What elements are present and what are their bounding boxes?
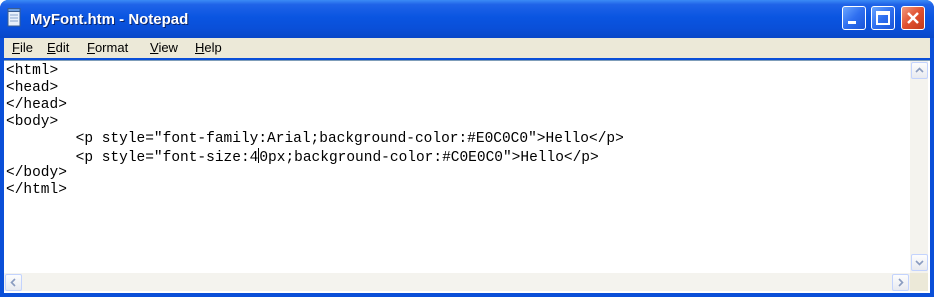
scroll-left-button[interactable] <box>5 274 22 291</box>
maximize-button[interactable] <box>871 6 895 30</box>
menu-edit-label: dit <box>55 40 70 55</box>
text-area-frame: <html> <head> </head> <body> <p style="f… <box>4 60 930 293</box>
minimize-button[interactable] <box>842 6 866 30</box>
scroll-up-button[interactable] <box>911 62 928 79</box>
menu-format[interactable]: Format <box>87 40 128 55</box>
menu-help[interactable]: Help <box>195 40 222 55</box>
menu-view-label: iew <box>158 40 178 55</box>
caret-line-after: 0px;background-color:#C0E0C0">Hello</p> <box>259 150 599 166</box>
menu-view[interactable]: View <box>150 40 178 55</box>
menu-edit-accel: E <box>47 40 56 55</box>
menu-format-accel: F <box>87 40 95 55</box>
editor-line: </body> <box>6 165 67 181</box>
menu-help-label: elp <box>204 40 222 55</box>
chevron-left-icon <box>10 278 16 287</box>
editor-line: <body> <box>6 114 59 130</box>
menu-help-accel: H <box>195 40 205 55</box>
menu-edit[interactable]: Edit <box>47 40 69 55</box>
scroll-right-button[interactable] <box>892 274 909 291</box>
menu-format-label: ormat <box>94 40 129 55</box>
close-button[interactable] <box>901 6 925 30</box>
scroll-down-button[interactable] <box>911 254 928 271</box>
editor-line: <p style="font-family:Arial;background-c… <box>6 131 624 147</box>
window-title: MyFont.htm - Notepad <box>30 11 189 28</box>
editor-line-with-caret: <p style="font-size:40px;background-colo… <box>6 148 910 166</box>
menu-bar: File Edit Format View Help <box>4 38 930 58</box>
close-icon <box>907 12 919 24</box>
vertical-scrollbar[interactable] <box>910 61 928 273</box>
menu-file-accel: F <box>12 40 20 55</box>
minimize-icon <box>848 21 856 24</box>
notepad-window: MyFont.htm - Notepad File Edit Format Vi… <box>0 0 934 297</box>
editor-line: </head> <box>6 97 67 113</box>
chevron-right-icon <box>898 278 904 287</box>
chevron-down-icon <box>915 260 924 266</box>
scrollbar-corner <box>910 273 928 291</box>
chevron-up-icon <box>915 67 924 73</box>
text-editor[interactable]: <html> <head> </head> <body> <p style="f… <box>6 63 910 273</box>
menu-file-label: ile <box>19 40 33 55</box>
title-bar[interactable]: MyFont.htm - Notepad <box>0 0 934 38</box>
maximize-icon <box>876 11 890 25</box>
menu-file[interactable]: File <box>12 40 33 55</box>
caret-line-before: <p style="font-size:4 <box>6 150 259 166</box>
editor-line: </html> <box>6 182 67 198</box>
notepad-icon <box>7 8 21 27</box>
horizontal-scrollbar[interactable] <box>4 273 910 291</box>
editor-line: <html> <box>6 63 59 79</box>
editor-line: <head> <box>6 80 59 96</box>
